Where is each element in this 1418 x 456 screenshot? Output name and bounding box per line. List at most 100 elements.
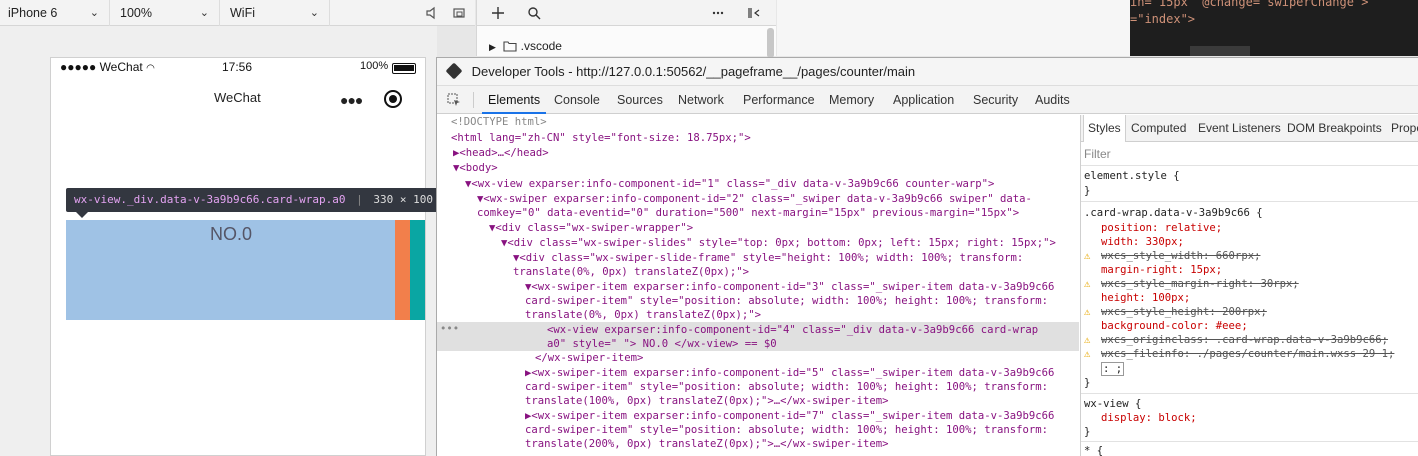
styles-pane: Styles Computed Event Listeners DOM Brea… <box>1080 115 1418 456</box>
devtools-titlebar: Developer Tools - http://127.0.0.1:50562… <box>437 58 1418 86</box>
style-rule-close: } <box>1084 426 1091 438</box>
style-property-invalid[interactable]: wxcs_style_margin-right: 30rpx; <box>1101 278 1299 290</box>
tab-application[interactable]: Application <box>893 86 954 114</box>
tab-computed[interactable]: Computed <box>1131 115 1186 142</box>
tab-styles[interactable]: Styles <box>1083 115 1126 142</box>
dom-line[interactable]: translate(200%, 0px) translateZ(0px);">…… <box>525 437 889 451</box>
dom-line[interactable]: <html lang="zh-CN" style="font-size: 18.… <box>451 131 751 145</box>
dom-line[interactable]: ▶<wx-swiper-item exparser:info-component… <box>525 366 1054 380</box>
warning-icon: ⚠ <box>1084 334 1091 346</box>
battery-label: 100% <box>360 60 388 72</box>
style-property[interactable]: height: 100px; <box>1101 292 1190 304</box>
dom-line[interactable]: translate(100%, 0px) translateZ(0px);">…… <box>525 394 889 408</box>
swiper-card-third[interactable] <box>410 220 425 320</box>
code-line: in= 15px @change= swiperChange > <box>1130 0 1369 9</box>
chevron-down-icon: ⌄ <box>89 7 99 19</box>
dom-line[interactable]: translate(0%, 0px) translateZ(0px);"> <box>513 265 749 279</box>
tab-performance[interactable]: Performance <box>743 86 815 114</box>
styles-tab-bar: Styles Computed Event Listeners DOM Brea… <box>1081 115 1418 142</box>
status-time: 17:56 <box>222 60 253 74</box>
folder-icon <box>503 41 517 52</box>
dom-line-selected[interactable]: <wx-view exparser:info-component-id="4" … <box>547 323 1038 337</box>
tab-properties[interactable]: Prope <box>1391 115 1418 142</box>
style-property[interactable]: background-color: #eee; <box>1101 320 1248 332</box>
collapse-panel-icon[interactable] <box>747 6 761 20</box>
warning-icon: ⚠ <box>1084 348 1091 360</box>
dom-line[interactable]: ▼<div class="wx-swiper-wrapper"> <box>489 221 693 235</box>
window-icon[interactable] <box>452 6 466 20</box>
styles-filter-input[interactable]: Filter <box>1084 147 1111 161</box>
dom-line[interactable]: card-swiper-item" style="position: absol… <box>525 380 1048 394</box>
style-rule-selector[interactable]: wx-view { <box>1084 398 1141 410</box>
more-icon[interactable] <box>711 6 725 20</box>
style-property[interactable]: margin-right: 15px; <box>1101 264 1222 276</box>
tab-network[interactable]: Network <box>678 86 724 114</box>
nav-title: WeChat <box>214 90 261 105</box>
carrier-text: ●●●●● WeChat <box>60 60 143 74</box>
swiper-card-next[interactable] <box>395 220 410 320</box>
zoom-select[interactable]: 100% ⌄ <box>110 0 220 26</box>
editor-empty-area <box>777 0 1130 56</box>
tooltip-size: 330 × 100 <box>373 193 434 206</box>
dom-line[interactable]: comkey="0" data-eventid="0" duration="50… <box>477 206 1019 220</box>
style-rule-selector[interactable]: * { <box>1084 445 1103 456</box>
dom-line[interactable]: ▼<div class="wx-swiper-slides" style="to… <box>501 236 1056 250</box>
more-options-icon[interactable]: ●●● <box>340 92 363 108</box>
add-icon[interactable] <box>491 6 505 20</box>
element-inspector-tooltip: wx-view._div.data-v-3a9b9c66.card-wrap.a… <box>66 188 442 218</box>
battery-percent: 100% <box>360 60 389 72</box>
chevron-down-icon: ⌄ <box>199 7 209 19</box>
dom-line[interactable]: ▼<div class="wx-swiper-slide-frame" styl… <box>513 251 1023 265</box>
style-property-invalid[interactable]: wxcs_style_height: 200rpx; <box>1101 306 1267 318</box>
code-line: ="index"> <box>1130 12 1196 26</box>
tab-sources[interactable]: Sources <box>617 86 663 114</box>
style-property-editor[interactable]: : ; <box>1101 362 1125 376</box>
dom-line-selected[interactable]: a0" style=" "> NO.0 </wx-view> == $0 <box>547 337 777 351</box>
dom-line[interactable]: card-swiper-item" style="position: absol… <box>525 423 1048 437</box>
volume-icon[interactable] <box>425 6 439 20</box>
style-rule-close: } <box>1084 185 1091 197</box>
dom-line[interactable]: translate(0%, 0px) translateZ(0px);"> <box>525 308 761 322</box>
simulator-toolbar: iPhone 6 ⌄ 100% ⌄ WiFi ⌄ <box>0 0 475 26</box>
dom-line[interactable]: ▼<wx-view exparser:info-component-id="1"… <box>465 177 994 191</box>
search-icon[interactable] <box>527 6 541 20</box>
swiper-card[interactable]: NO.0 <box>66 220 396 320</box>
style-property-invalid[interactable]: wxcs_originclass: .card-wrap.data-v-3a9b… <box>1101 334 1388 346</box>
style-property[interactable]: display: block; <box>1101 412 1197 424</box>
tab-event-listeners[interactable]: Event Listeners <box>1198 115 1281 142</box>
device-select[interactable]: iPhone 6 ⌄ <box>0 0 110 26</box>
network-select[interactable]: WiFi ⌄ <box>220 0 330 26</box>
chevron-down-icon: ⌄ <box>309 7 319 19</box>
style-property-invalid[interactable]: wxcs_fileinfo: ./pages/counter/main.wxss… <box>1101 348 1394 360</box>
tab-elements[interactable]: Elements <box>482 86 547 114</box>
caret-right-icon: ▶ <box>489 42 496 52</box>
tab-console[interactable]: Console <box>554 86 600 114</box>
style-property[interactable]: width: 330px; <box>1101 236 1184 248</box>
tab-security[interactable]: Security <box>973 86 1018 114</box>
dom-line[interactable]: card-swiper-item" style="position: absol… <box>525 294 1048 308</box>
close-mini-program-icon[interactable] <box>384 90 402 108</box>
file-tree-scrollbar[interactable] <box>767 28 774 58</box>
dom-line[interactable]: <!DOCTYPE html> <box>451 115 547 129</box>
style-property[interactable]: position: relative; <box>1101 222 1222 234</box>
style-property-invalid[interactable]: wxcs_style_width: 660rpx; <box>1101 250 1260 262</box>
tab-dom-breakpoints[interactable]: DOM Breakpoints <box>1287 115 1382 142</box>
tab-memory[interactable]: Memory <box>829 86 874 114</box>
code-editor[interactable]: in= 15px @change= swiperChange > ="index… <box>1130 0 1418 56</box>
folder-label: .vscode <box>520 39 562 53</box>
dom-line[interactable]: ▼<wx-swiper exparser:info-component-id="… <box>477 192 1032 206</box>
dom-line[interactable]: ▶<head>…</head> <box>453 146 549 160</box>
style-rule-selector[interactable]: element.style { <box>1084 170 1180 182</box>
carrier-label: ●●●●● WeChat ◠ <box>60 60 155 74</box>
node-ellipsis[interactable]: ••• <box>440 322 459 336</box>
tab-audits[interactable]: Audits <box>1035 86 1070 114</box>
devtools-logo-icon <box>445 62 463 80</box>
inspect-element-icon[interactable] <box>447 93 461 107</box>
elements-panel: ••• <!DOCTYPE html> <html lang="zh-CN" s… <box>437 115 1079 456</box>
dom-line[interactable]: ▼<wx-swiper-item exparser:info-component… <box>525 280 1054 294</box>
dom-line[interactable]: ▶<wx-swiper-item exparser:info-component… <box>525 409 1054 423</box>
dom-line[interactable]: ▼<body> <box>453 161 498 175</box>
folder-item[interactable]: ▶ .vscode <box>489 39 562 53</box>
dom-line[interactable]: </wx-swiper-item> <box>535 351 643 365</box>
style-rule-selector[interactable]: .card-wrap.data-v-3a9b9c66 { <box>1084 207 1263 219</box>
